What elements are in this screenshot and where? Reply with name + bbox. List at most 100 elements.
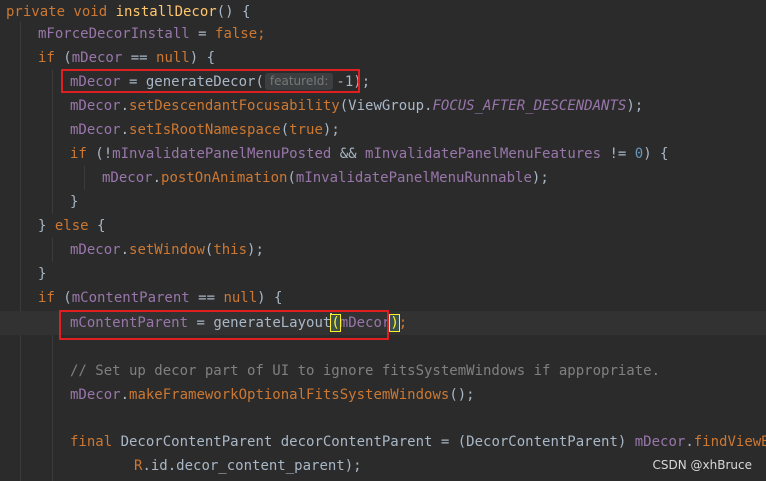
code-token: != <box>601 146 635 162</box>
code-line[interactable]: mDecor.setIsRootNamespace(true); <box>0 118 766 142</box>
code-text: mDecor.setWindow(this); <box>70 238 264 262</box>
code-token: (! <box>86 146 113 162</box>
code-token: mContentParent <box>71 290 190 306</box>
code-line[interactable]: mDecor.setDescendantFocusability(ViewGro… <box>0 94 766 118</box>
code-token: } <box>38 218 55 234</box>
matched-bracket: ) <box>389 314 400 332</box>
code-line[interactable]: } else { <box>0 214 766 238</box>
code-token: mDecor <box>102 170 153 186</box>
code-token: FOCUS_AFTER_DESCENDANTS <box>432 98 627 114</box>
code-token: ) { <box>643 146 669 162</box>
code-token: .id.decor_content_parent); <box>142 458 362 474</box>
code-text: } else { <box>38 214 105 238</box>
code-text: } <box>70 190 78 214</box>
code-token: null <box>156 50 190 66</box>
code-token: } <box>70 194 79 210</box>
code-text: if (mContentParent == null) { <box>38 286 282 310</box>
code-line[interactable]: mDecor.makeFrameworkOptionalFitsSystemWi… <box>0 383 766 407</box>
code-line[interactable]: // Set up decor part of UI to ignore fit… <box>0 359 766 383</box>
code-token: installDecor <box>115 4 217 20</box>
code-token: setDescendantFocusability <box>129 98 340 114</box>
code-token: mForceDecorInstall <box>38 26 190 42</box>
code-token: private void <box>6 4 116 20</box>
code-token: ) { <box>189 50 216 66</box>
highlight-box-generate-decor <box>61 69 360 93</box>
code-token: . <box>152 170 162 186</box>
code-token: findViewById <box>693 434 766 450</box>
watermark: CSDN @xhBruce <box>652 458 753 472</box>
code-line[interactable]: } <box>0 190 766 214</box>
code-token: ); <box>531 170 549 186</box>
code-line[interactable]: if (mContentParent == null) { <box>0 286 766 310</box>
code-line[interactable]: mDecor.postOnAnimation(mInvalidatePanelM… <box>0 166 766 190</box>
code-token: setWindow <box>129 242 205 258</box>
code-text: mForceDecorInstall = false; <box>38 22 266 46</box>
code-token: (ViewGroup. <box>339 98 433 114</box>
code-token: ( <box>54 290 72 306</box>
code-line[interactable]: if (mDecor == null) { <box>0 46 766 70</box>
code-token: mDecor <box>634 434 686 450</box>
code-token: makeFrameworkOptionalFitsSystemWindows <box>129 387 450 403</box>
code-token: . <box>120 122 130 138</box>
highlight-box-generate-layout <box>59 310 389 340</box>
code-token: ( <box>54 50 72 66</box>
code-token: ); <box>247 242 264 258</box>
code-token: mDecor <box>70 242 121 258</box>
code-token: mDecor <box>71 50 123 66</box>
code-text: private void installDecor() { <box>6 0 250 24</box>
code-token: } <box>38 266 47 282</box>
code-text: mDecor.setIsRootNamespace(true); <box>70 118 340 142</box>
code-token: if <box>38 290 55 306</box>
code-token: = <box>189 26 216 42</box>
code-token: () { <box>216 4 251 20</box>
code-token: . <box>120 98 130 114</box>
code-token: { <box>88 218 106 234</box>
code-line[interactable]: } <box>0 262 766 286</box>
code-token: && <box>331 146 366 162</box>
code-token: mInvalidatePanelMenuRunnable <box>295 170 532 186</box>
code-text: } <box>38 262 46 286</box>
code-token: ); <box>626 98 644 114</box>
code-token: ( <box>287 170 296 186</box>
code-token: mDecor <box>70 387 121 403</box>
code-token: . <box>685 434 694 450</box>
code-text: mDecor.postOnAnimation(mInvalidatePanelM… <box>102 166 549 190</box>
code-token: == <box>189 290 224 306</box>
code-token: if <box>70 146 87 162</box>
code-token: ; <box>257 26 266 42</box>
code-token: 0 <box>634 146 644 162</box>
code-token: ; <box>398 315 408 331</box>
code-token: ) { <box>257 290 283 306</box>
code-token: else <box>54 218 89 234</box>
code-line[interactable]: R.id.decor_content_parent); <box>0 454 766 478</box>
code-token: if <box>38 50 55 66</box>
code-token: final <box>70 434 121 450</box>
code-text: // Set up decor part of UI to ignore fit… <box>70 359 660 383</box>
code-token: false <box>215 26 258 42</box>
code-token: mDecor <box>70 98 121 114</box>
code-token: ); <box>322 122 340 138</box>
code-text: mDecor.makeFrameworkOptionalFitsSystemWi… <box>70 383 475 407</box>
code-line[interactable]: mForceDecorInstall = false; <box>0 22 766 46</box>
code-token: this <box>213 242 248 258</box>
code-token: mDecor <box>70 122 121 138</box>
code-token: true <box>289 122 323 138</box>
code-token: . <box>120 242 130 258</box>
code-token: (); <box>449 387 475 403</box>
code-text: if (mDecor == null) { <box>38 46 215 70</box>
code-line[interactable] <box>0 407 766 431</box>
code-token: mInvalidatePanelMenuFeatures <box>365 146 602 162</box>
code-line[interactable]: private void installDecor() { <box>0 0 766 24</box>
code-text: R.id.decor_content_parent); <box>134 454 362 478</box>
code-text: if (!mInvalidatePanelMenuPosted && mInva… <box>70 142 669 166</box>
code-line[interactable]: final DecorContentParent decorContentPar… <box>0 430 766 454</box>
code-line[interactable]: mDecor.setWindow(this); <box>0 238 766 262</box>
code-line[interactable]: if (!mInvalidatePanelMenuPosted && mInva… <box>0 142 766 166</box>
code-token: mInvalidatePanelMenuPosted <box>112 146 332 162</box>
code-token: == <box>122 50 157 66</box>
code-token: null <box>223 290 258 306</box>
code-token: . <box>120 387 130 403</box>
code-token: setIsRootNamespace <box>129 122 281 138</box>
code-token: postOnAnimation <box>161 170 288 186</box>
code-token: DecorContentParent decorContentParent = … <box>120 434 635 450</box>
